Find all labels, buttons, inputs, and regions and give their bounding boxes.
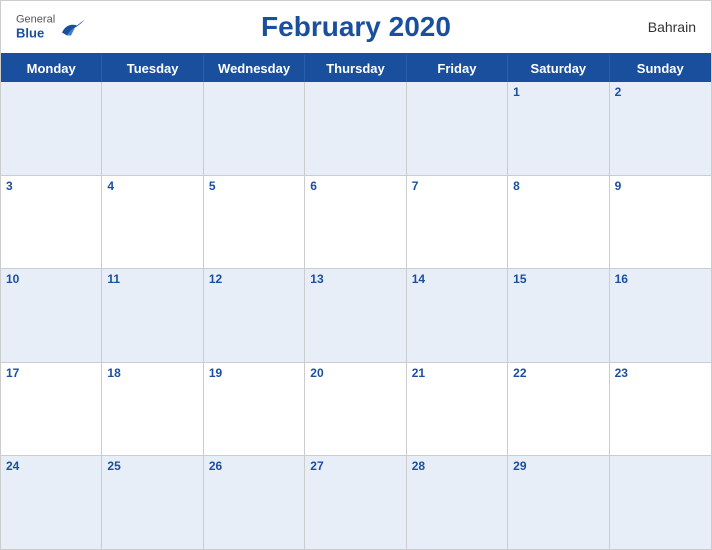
day-cell-5-1: 24 xyxy=(1,456,102,549)
day-cell-3-5: 14 xyxy=(407,269,508,362)
day-cell-1-4 xyxy=(305,82,406,175)
day-cell-3-7: 16 xyxy=(610,269,711,362)
day-cell-2-3: 5 xyxy=(204,176,305,269)
day-number-8: 8 xyxy=(513,179,520,193)
day-number-12: 12 xyxy=(209,272,222,286)
day-number-6: 6 xyxy=(310,179,317,193)
day-cell-1-6: 1 xyxy=(508,82,609,175)
day-number-5: 5 xyxy=(209,179,216,193)
day-cell-5-7 xyxy=(610,456,711,549)
day-number-20: 20 xyxy=(310,366,323,380)
calendar-title: February 2020 xyxy=(261,11,451,43)
week-row-2: 3 4 5 6 7 8 9 xyxy=(1,176,711,270)
header-thursday: Thursday xyxy=(305,55,406,82)
header-friday: Friday xyxy=(407,55,508,82)
logo-bird-icon xyxy=(57,17,87,37)
day-number-11: 11 xyxy=(107,272,120,286)
day-cell-5-4: 27 xyxy=(305,456,406,549)
calendar-container: General Blue February 2020 Bahrain Monda… xyxy=(0,0,712,550)
day-number-1: 1 xyxy=(513,85,520,99)
day-cell-5-3: 26 xyxy=(204,456,305,549)
day-cell-5-2: 25 xyxy=(102,456,203,549)
day-number-16: 16 xyxy=(615,272,628,286)
day-number-2: 2 xyxy=(615,85,622,99)
day-cell-4-6: 22 xyxy=(508,363,609,456)
day-number-14: 14 xyxy=(412,272,425,286)
day-number-4: 4 xyxy=(107,179,114,193)
header-saturday: Saturday xyxy=(508,55,609,82)
day-cell-2-1: 3 xyxy=(1,176,102,269)
day-cell-2-6: 8 xyxy=(508,176,609,269)
day-cell-1-3 xyxy=(204,82,305,175)
day-cell-1-7: 2 xyxy=(610,82,711,175)
day-number-25: 25 xyxy=(107,459,120,473)
day-cell-4-3: 19 xyxy=(204,363,305,456)
week-row-4: 17 18 19 20 21 22 23 xyxy=(1,363,711,457)
day-cell-2-2: 4 xyxy=(102,176,203,269)
calendar-grid: Monday Tuesday Wednesday Thursday Friday… xyxy=(1,53,711,549)
day-cell-3-2: 11 xyxy=(102,269,203,362)
day-number-13: 13 xyxy=(310,272,323,286)
logo-blue: Blue xyxy=(16,26,55,41)
day-number-15: 15 xyxy=(513,272,526,286)
day-number-10: 10 xyxy=(6,272,19,286)
week-row-1: 12 xyxy=(1,82,711,176)
header-sunday: Sunday xyxy=(610,55,711,82)
day-cell-3-1: 10 xyxy=(1,269,102,362)
day-number-26: 26 xyxy=(209,459,222,473)
day-cell-2-5: 7 xyxy=(407,176,508,269)
logo-area: General Blue xyxy=(16,14,87,41)
header-tuesday: Tuesday xyxy=(102,55,203,82)
day-number-29: 29 xyxy=(513,459,526,473)
logo-wrapper: General Blue xyxy=(16,14,87,41)
day-number-7: 7 xyxy=(412,179,419,193)
day-number-22: 22 xyxy=(513,366,526,380)
day-number-9: 9 xyxy=(615,179,622,193)
day-number-24: 24 xyxy=(6,459,19,473)
day-number-3: 3 xyxy=(6,179,13,193)
day-cell-4-7: 23 xyxy=(610,363,711,456)
day-number-19: 19 xyxy=(209,366,222,380)
day-number-17: 17 xyxy=(6,366,19,380)
country-label: Bahrain xyxy=(648,19,696,35)
day-cell-1-2 xyxy=(102,82,203,175)
day-cell-3-4: 13 xyxy=(305,269,406,362)
calendar-header: General Blue February 2020 Bahrain xyxy=(1,1,711,53)
day-number-27: 27 xyxy=(310,459,323,473)
day-number-21: 21 xyxy=(412,366,425,380)
day-cell-4-1: 17 xyxy=(1,363,102,456)
day-cell-4-2: 18 xyxy=(102,363,203,456)
day-cell-2-7: 9 xyxy=(610,176,711,269)
day-cell-4-4: 20 xyxy=(305,363,406,456)
logo-text-block: General Blue xyxy=(16,14,55,41)
day-cell-4-5: 21 xyxy=(407,363,508,456)
day-cell-1-1 xyxy=(1,82,102,175)
weeks-container: 1234567891011121314151617181920212223242… xyxy=(1,82,711,549)
day-number-28: 28 xyxy=(412,459,425,473)
logo-general: General xyxy=(16,14,55,26)
header-monday: Monday xyxy=(1,55,102,82)
day-number-23: 23 xyxy=(615,366,628,380)
week-row-5: 24 25 26 27 28 29 xyxy=(1,456,711,549)
day-cell-2-4: 6 xyxy=(305,176,406,269)
day-cell-3-3: 12 xyxy=(204,269,305,362)
header-wednesday: Wednesday xyxy=(204,55,305,82)
day-cell-5-6: 29 xyxy=(508,456,609,549)
day-cell-5-5: 28 xyxy=(407,456,508,549)
day-headers-row: Monday Tuesday Wednesday Thursday Friday… xyxy=(1,55,711,82)
week-row-3: 10 11 12 13 14 15 16 xyxy=(1,269,711,363)
day-number-18: 18 xyxy=(107,366,120,380)
day-cell-1-5 xyxy=(407,82,508,175)
day-cell-3-6: 15 xyxy=(508,269,609,362)
